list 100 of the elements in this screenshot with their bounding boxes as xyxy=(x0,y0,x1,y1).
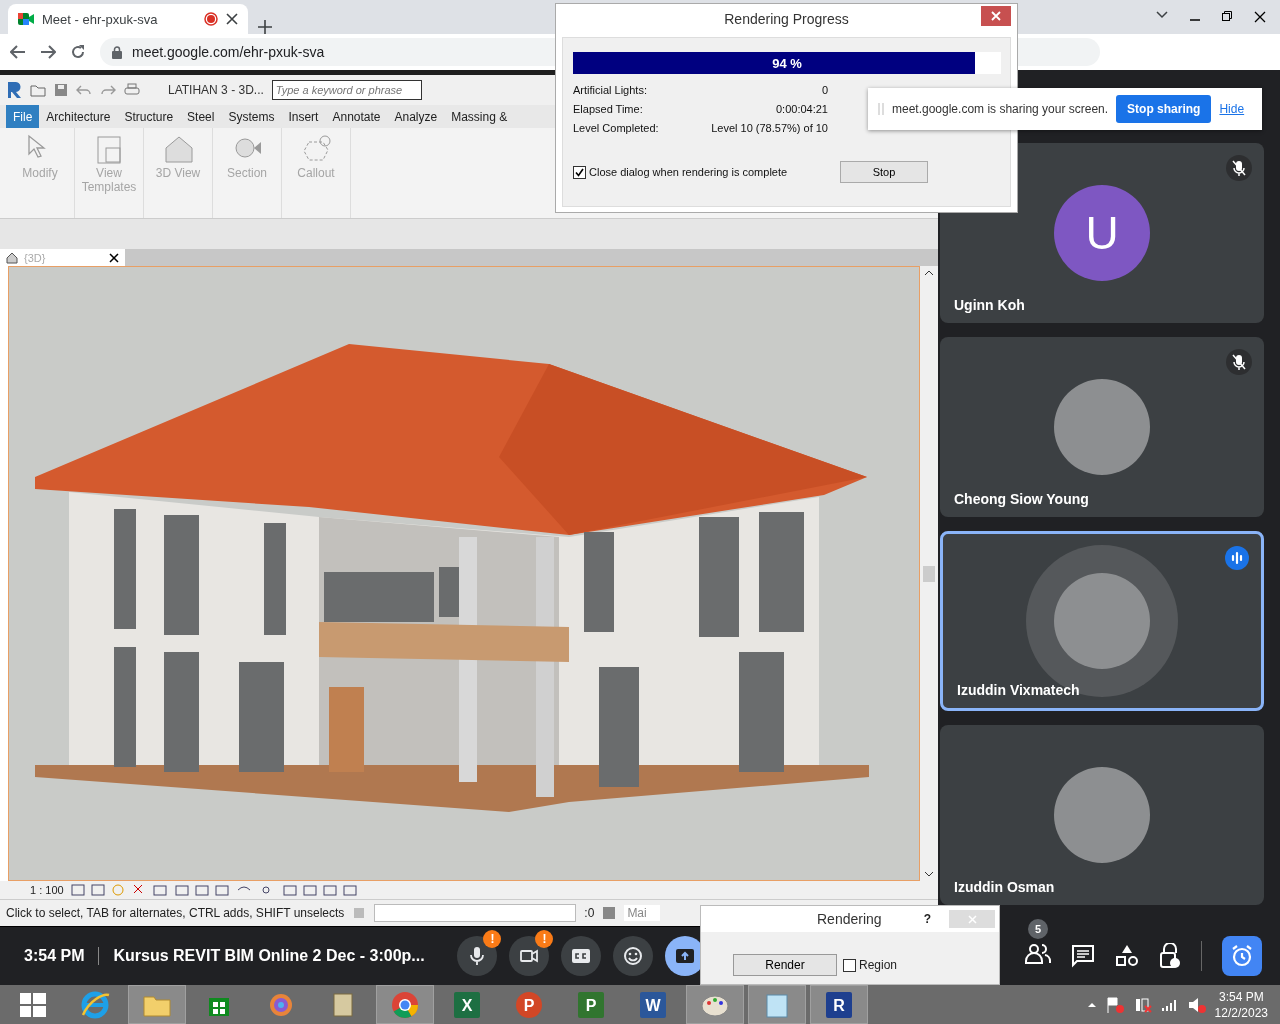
search-field[interactable]: Type a keyword or phrase xyxy=(271,80,422,100)
new-tab-icon[interactable] xyxy=(258,20,272,34)
alert-badge: ! xyxy=(535,930,554,948)
ribbon-tab[interactable]: Insert xyxy=(281,105,326,128)
view-control-icons-drawing[interactable] xyxy=(69,883,360,897)
meeting-time: 3:54 PM xyxy=(24,947,85,965)
checkbox-label: Region xyxy=(859,958,898,972)
filter-icon[interactable] xyxy=(602,906,617,920)
ribbon-tab[interactable]: Systems xyxy=(221,105,282,128)
stat-label: Level Completed: xyxy=(573,122,660,134)
forward-icon[interactable] xyxy=(40,45,56,59)
clock-time: 3:54 PM xyxy=(1218,988,1264,1005)
chat-icon[interactable] xyxy=(1071,944,1095,968)
tab-title: Meet - ehr-pxuk-sva xyxy=(42,11,159,27)
close-icon[interactable] xyxy=(226,13,238,25)
stop-sharing-button[interactable]: Stop sharing xyxy=(1116,95,1212,123)
help-button[interactable]: ? xyxy=(923,912,931,926)
clock-date: 12/2/2023 xyxy=(1214,1004,1268,1021)
meet-icon xyxy=(18,12,34,26)
participant-tile[interactable]: Izuddin Osman xyxy=(940,725,1264,905)
check-icon xyxy=(575,167,584,177)
close-icon xyxy=(991,11,1001,21)
volume-muted-icon[interactable] xyxy=(1186,995,1207,1014)
house-icon xyxy=(6,251,18,264)
ribbon-tab[interactable]: Structure xyxy=(117,105,181,128)
muted-mic-icon xyxy=(1226,155,1252,181)
house-icon xyxy=(163,134,193,164)
render-button[interactable]: Render xyxy=(733,954,837,976)
lock-icon xyxy=(112,45,122,59)
hide-link[interactable]: Hide xyxy=(1219,102,1245,116)
ribbon-tab[interactable]: File xyxy=(6,105,40,128)
camera-button[interactable] xyxy=(509,936,550,976)
alert-badge: ! xyxy=(483,930,502,948)
participant-name: Izuddin Osman xyxy=(954,879,1055,895)
ribbon-tab[interactable]: Analyze xyxy=(387,105,445,128)
scroll-up-icon[interactable] xyxy=(924,270,934,276)
drag-handle-icon[interactable] xyxy=(878,102,884,116)
scroll-down-icon[interactable] xyxy=(924,871,934,877)
stat-value: 0 xyxy=(820,84,828,96)
scrollbar-thumb[interactable] xyxy=(923,565,935,582)
signal-icon[interactable] xyxy=(1160,997,1179,1012)
reload-icon[interactable] xyxy=(70,44,86,60)
ribbon-tab[interactable]: Steel xyxy=(180,105,222,128)
sharing-message: meet.google.com is sharing your screen. xyxy=(892,102,1109,116)
emoji-icon xyxy=(623,946,644,966)
close-icon xyxy=(967,914,977,924)
avatar: U xyxy=(1054,185,1150,281)
checkbox[interactable] xyxy=(843,958,856,972)
checkbox[interactable] xyxy=(573,165,586,179)
dialog-title: Rendering Progress xyxy=(724,11,849,27)
back-icon[interactable] xyxy=(10,45,26,59)
close-icon[interactable] xyxy=(1254,11,1266,23)
participant-tile[interactable]: Izuddin Vixmatech xyxy=(940,531,1264,711)
close-button[interactable] xyxy=(981,6,1011,26)
stat-value: Level 10 (78.57%) of 10 xyxy=(710,122,828,134)
flag-icon[interactable] xyxy=(1104,995,1125,1014)
callout-icon xyxy=(301,134,331,164)
progress-reading: 94 % xyxy=(771,56,803,71)
participant-tile[interactable]: Cheong Siow Young xyxy=(940,337,1264,517)
revit-logo-icon[interactable] xyxy=(6,81,22,99)
restore-icon[interactable] xyxy=(1222,11,1232,21)
project-title: LATIHAN 3 - 3D... xyxy=(168,83,264,97)
activities-icon[interactable] xyxy=(1115,944,1139,968)
participant-name: Izuddin Vixmatech xyxy=(957,682,1080,698)
stat-label: Elapsed Time: xyxy=(573,103,644,115)
meeting-title: Kursus REVIT BIM Online 2 Dec - 3:00p... xyxy=(113,947,426,965)
host-controls-icon[interactable] xyxy=(1159,943,1181,969)
panel-title: Rendering xyxy=(817,911,883,927)
captions-icon xyxy=(571,946,592,966)
browser-tab[interactable]: Meet - ehr-pxuk-sva xyxy=(8,4,248,34)
system-clock[interactable]: 3:54 PM 12/2/2023 xyxy=(1214,988,1268,1021)
timer-button[interactable] xyxy=(1222,936,1262,976)
view-scale[interactable]: 1 : 100 xyxy=(30,884,64,896)
url-text: meet.google.com/ehr-pxuk-sva xyxy=(132,44,325,60)
status-text: Click to select, TAB for alternates, CTRL adds, SHIFT unselects xyxy=(6,906,345,920)
ribbon-tab[interactable]: Architecture xyxy=(39,105,118,128)
print-icon[interactable] xyxy=(124,83,140,97)
chevron-down-icon[interactable] xyxy=(1156,11,1168,19)
show-hidden-icons-icon[interactable] xyxy=(1086,1001,1097,1008)
selection-count: :0 xyxy=(584,906,595,920)
participant-count: 5 xyxy=(1028,919,1048,939)
ribbon-tab[interactable]: Annotate xyxy=(325,105,388,128)
captions-button[interactable] xyxy=(561,936,602,976)
save-icon[interactable] xyxy=(54,83,68,97)
stat-label: Artificial Lights: xyxy=(573,84,648,96)
stat-value: 0:00:04:21 xyxy=(775,103,828,115)
checkbox-label: Close dialog when rendering is complete xyxy=(589,166,788,178)
ribbon-tab[interactable]: Massing & xyxy=(444,105,515,128)
open-icon[interactable] xyxy=(30,83,46,97)
model-field[interactable]: Mai xyxy=(624,905,661,921)
close-icon[interactable] xyxy=(109,252,119,263)
mic-button[interactable] xyxy=(457,936,498,976)
participant-tile[interactable]: U Uginn Koh xyxy=(940,143,1264,323)
participant-name: Cheong Siow Young xyxy=(954,491,1089,507)
alarm-clock-icon xyxy=(1230,944,1254,968)
muted-mic-icon xyxy=(1226,349,1252,375)
template-icon xyxy=(94,134,124,164)
stop-button[interactable]: Stop xyxy=(840,161,928,183)
emoji-button[interactable] xyxy=(613,936,654,976)
people-icon[interactable] xyxy=(1025,943,1051,965)
